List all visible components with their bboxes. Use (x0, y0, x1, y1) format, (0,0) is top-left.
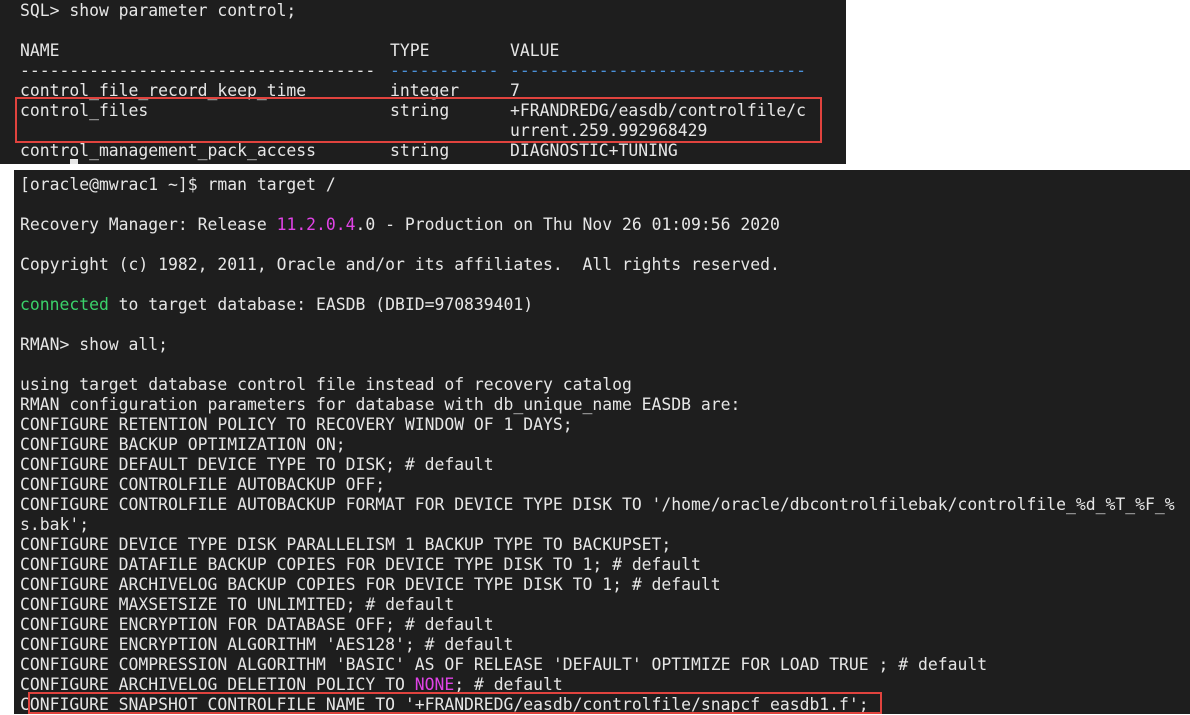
copyright-line: Copyright (c) 1982, 2011, Oracle and/or … (20, 255, 780, 274)
none-keyword: NONE (414, 675, 455, 694)
separator-name: ------------------------------------ (20, 61, 376, 80)
output-line: CONFIGURE ENCRYPTION FOR DATABASE OFF; #… (20, 615, 494, 634)
output-line: CONFIGURE MAXSETSIZE TO UNLIMITED; # def… (20, 595, 455, 614)
snapshot-controlfile-line: CONFIGURE SNAPSHOT CONTROLFILE NAME TO '… (20, 695, 869, 714)
output-line: CONFIGURE DATAFILE BACKUP COPIES FOR DEV… (20, 555, 701, 574)
version-number: 11.2.0.4 (276, 215, 356, 234)
rman-prompt-line: RMAN> show all; (20, 335, 169, 354)
output-line: RMAN configuration parameters for databa… (20, 395, 741, 414)
row-name: control_management_pack_access (20, 141, 317, 160)
output-line: CONFIGURE DEFAULT DEVICE TYPE TO DISK; #… (20, 455, 494, 474)
output-line: CONFIGURE ARCHIVELOG BACKUP COPIES FOR D… (20, 575, 721, 594)
row-type: string (390, 101, 450, 120)
sql-prompt-line: SQL> show parameter control; (20, 1, 297, 20)
output-line: CONFIGURE RETENTION POLICY TO RECOVERY W… (20, 415, 573, 434)
output-line: using target database control file inste… (20, 375, 632, 394)
connected-line: connected to target database: EASDB (DBI… (20, 295, 534, 314)
separator-type: ----------- (390, 61, 499, 80)
row-name: control_file_record_keep_time (20, 81, 307, 100)
output-line: CONFIGURE CONTROLFILE AUTOBACKUP OFF; (20, 475, 386, 494)
output-line: CONFIGURE DEVICE TYPE DISK PARALLELISM 1… (20, 535, 672, 554)
output-line: CONFIGURE COMPRESSION ALGORITHM 'BASIC' … (20, 655, 988, 674)
output-line: CONFIGURE CONTROLFILE AUTOBACKUP FORMAT … (20, 495, 1175, 514)
sql-terminal-panel: SQL> show parameter control; NAME TYPE V… (0, 0, 846, 164)
row-value: 7 (510, 81, 520, 100)
row-value: DIAGNOSTIC+TUNING (510, 141, 678, 160)
output-line: s.bak'; (20, 515, 90, 534)
col-header-name: NAME (20, 41, 60, 60)
connected-keyword: connected (20, 295, 109, 314)
row-name: control_files (20, 101, 149, 120)
text-cursor (70, 159, 78, 164)
row-value: +FRANDREDG/easdb/controlfile/c (510, 101, 807, 120)
shell-prompt-line: [oracle@mwrac1 ~]$ rman target / (20, 175, 336, 194)
separator-value: ------------------------------ (510, 61, 807, 80)
col-header-type: TYPE (390, 41, 430, 60)
col-header-value: VALUE (510, 41, 560, 60)
deletion-policy-line: CONFIGURE ARCHIVELOG DELETION POLICY TO … (20, 675, 563, 694)
rman-banner: Recovery Manager: Release 11.2.0.4.0 - P… (20, 215, 780, 234)
row-type: integer (390, 81, 460, 100)
rman-terminal-panel: [oracle@mwrac1 ~]$ rman target / Recover… (14, 170, 1190, 714)
output-line: CONFIGURE BACKUP OPTIMIZATION ON; (20, 435, 346, 454)
row-type: string (390, 141, 450, 160)
output-line: CONFIGURE ENCRYPTION ALGORITHM 'AES128';… (20, 635, 514, 654)
row-value-continuation: urrent.259.992968429 (510, 121, 708, 140)
